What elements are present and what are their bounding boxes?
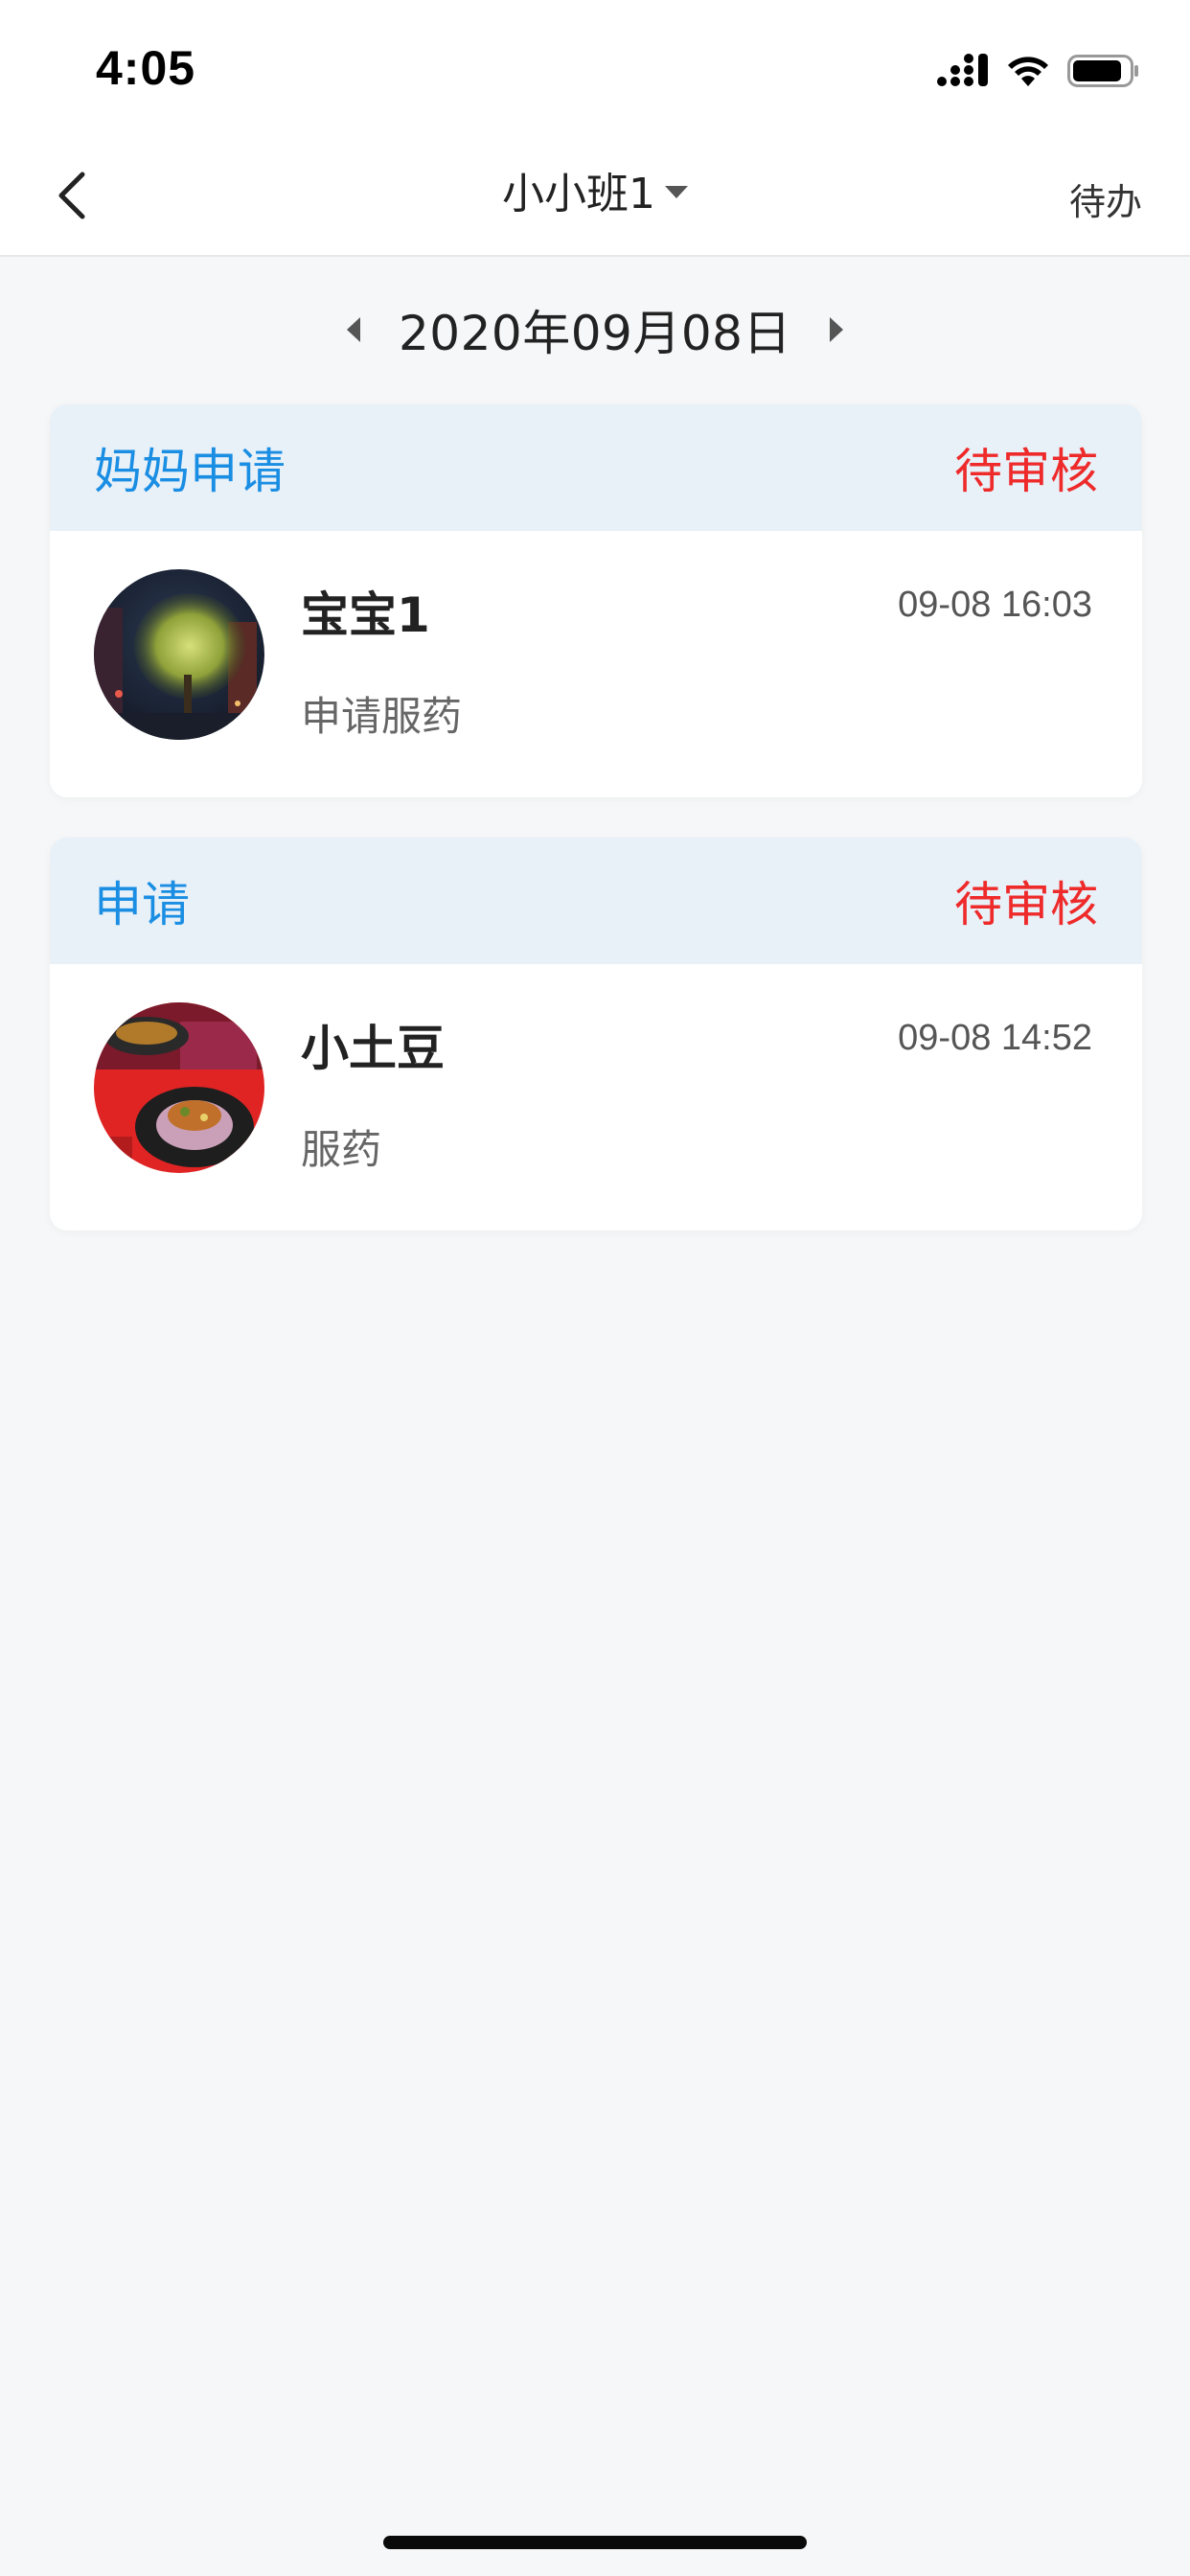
status-icons (937, 52, 1140, 90)
triangle-left-icon[interactable] (347, 317, 360, 342)
avatar (94, 1002, 264, 1173)
caret-down-icon (665, 185, 688, 198)
date-switcher: 2020年09月08日 (0, 291, 1190, 368)
card-header: 妈妈申请 待审核 (50, 404, 1142, 531)
nav-bar: 小小班1 待办 (0, 134, 1190, 257)
avatar (94, 569, 264, 740)
student-name: 宝宝1 (301, 587, 430, 643)
request-description: 服药 (301, 1126, 382, 1173)
cellular-signal-icon (937, 54, 988, 86)
status-time: 4:05 (96, 41, 196, 95)
request-card[interactable]: 申请 待审核 小土豆 09-08 14:52 服药 (50, 838, 1142, 1230)
request-time: 09-08 16:03 (898, 585, 1092, 625)
card-body: 小土豆 09-08 14:52 服药 (50, 964, 1142, 1230)
request-type: 妈妈申请 (94, 444, 286, 499)
avatar-food-image (94, 1002, 264, 1173)
battery-icon (1067, 55, 1138, 87)
nav-title: 小小班1 (502, 170, 655, 218)
card-header: 申请 待审核 (50, 838, 1142, 964)
request-type: 申请 (94, 877, 190, 932)
home-indicator[interactable] (383, 2536, 807, 2549)
wifi-icon (1008, 57, 1048, 86)
student-name: 小土豆 (301, 1021, 445, 1076)
class-selector[interactable]: 小小班1 (0, 161, 1190, 218)
request-description: 申请服药 (301, 693, 463, 740)
card-body: 宝宝1 09-08 16:03 申请服药 (50, 531, 1142, 797)
todo-button[interactable]: 待办 (1069, 172, 1142, 225)
status-badge: 待审核 (954, 877, 1098, 932)
avatar-night-tree-image (94, 569, 264, 740)
current-date[interactable]: 2020年09月08日 (399, 295, 791, 364)
status-bar: 4:05 (0, 0, 1190, 134)
request-time: 09-08 14:52 (898, 1018, 1092, 1058)
triangle-right-icon[interactable] (830, 317, 843, 342)
status-badge: 待审核 (954, 444, 1098, 499)
request-card[interactable]: 妈妈申请 待审核 宝宝1 09-08 16:03 申请服药 (50, 404, 1142, 797)
